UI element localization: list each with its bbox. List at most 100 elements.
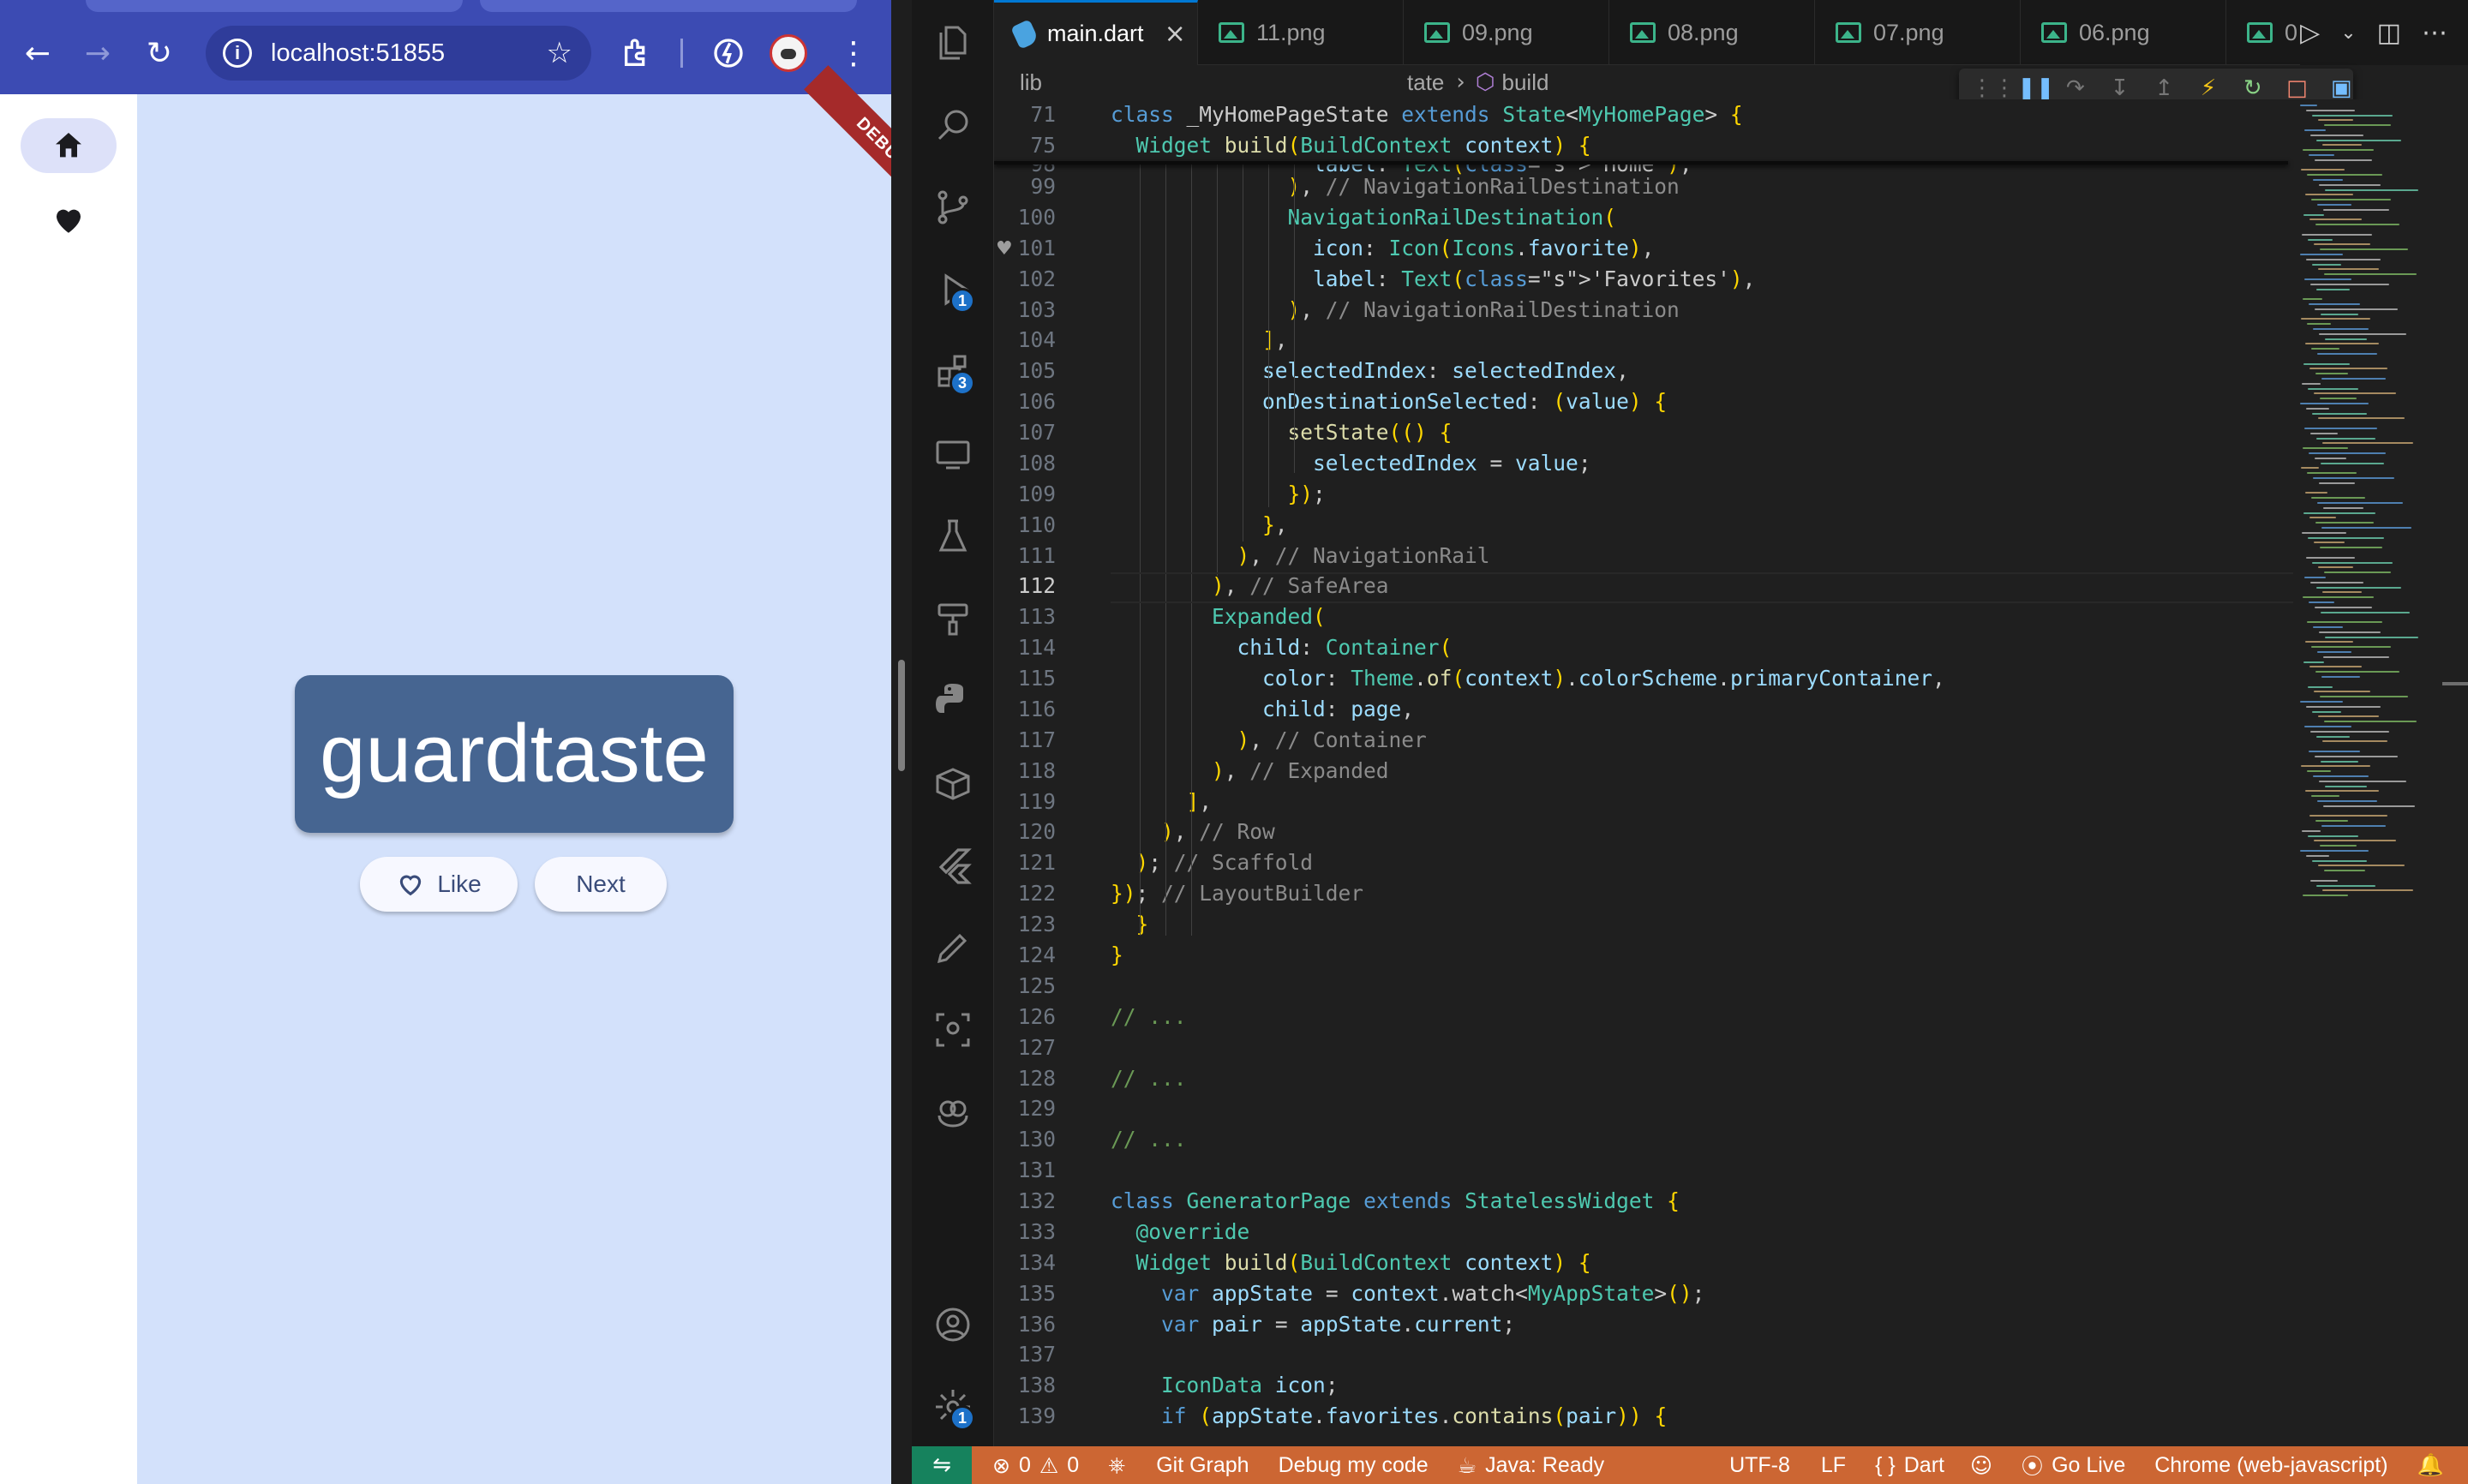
line-number[interactable]: 136 — [994, 1309, 1056, 1340]
line-number[interactable]: 137 — [994, 1339, 1056, 1370]
remote-explorer-icon[interactable] — [924, 425, 982, 483]
notifications-bell-icon[interactable]: 🔔 — [2417, 1452, 2444, 1478]
more-actions-icon[interactable]: ⋯ — [2422, 18, 2447, 48]
forward-icon[interactable]: → — [70, 26, 125, 81]
line-number[interactable]: 138 — [994, 1370, 1056, 1401]
line-number[interactable]: 102 — [994, 264, 1056, 295]
browser-tab[interactable] — [480, 0, 857, 12]
language-status[interactable]: { } Dart — [1875, 1453, 1944, 1478]
tab-08-png[interactable]: 08.png — [1609, 0, 1815, 65]
line-number[interactable]: 130 — [994, 1124, 1056, 1155]
line-number[interactable]: 107 — [994, 417, 1056, 448]
reload-icon[interactable]: ↻ — [132, 26, 187, 81]
window-splitter[interactable] — [891, 0, 912, 1484]
code-line[interactable]: 116 child: page, — [994, 694, 2288, 725]
code-line[interactable]: 106 onDestinationSelected: (value) { — [994, 386, 2288, 417]
extensions-icon[interactable] — [610, 26, 665, 81]
flutter-icon[interactable] — [924, 836, 982, 895]
line-number[interactable]: 105 — [994, 356, 1056, 386]
line-number[interactable]: 113 — [994, 601, 1056, 632]
line-number[interactable]: 117 — [994, 725, 1056, 756]
eol-status[interactable]: LF — [1821, 1453, 1846, 1478]
line-number[interactable]: 122 — [994, 878, 1056, 909]
sticky-scroll-line[interactable]: 71 class _MyHomePageState extends State<M… — [994, 99, 2288, 130]
line-number[interactable]: 114 — [994, 632, 1056, 663]
step-over-icon[interactable]: ↷ — [2064, 75, 2088, 101]
address-bar[interactable]: i localhost:51855 ☆ — [206, 26, 591, 81]
line-number[interactable]: 71 — [994, 99, 1056, 130]
code-line[interactable]: 99 ), // NavigationRailDestination — [994, 171, 2288, 202]
code-line[interactable]: 122}); // LayoutBuilder — [994, 878, 2288, 909]
minimap[interactable] — [2297, 99, 2425, 1446]
splitter-grip[interactable] — [898, 660, 905, 771]
code-line[interactable]: 134 Widget build(BuildContext context) { — [994, 1248, 2288, 1278]
git-graph-status[interactable]: Git Graph — [1156, 1453, 1249, 1478]
breadcrumb-class[interactable]: tate — [1407, 69, 1444, 96]
code-editor[interactable]: 98 label: Text(class="s">'Home'),99 ), /… — [994, 99, 2468, 1446]
code-line[interactable]: 133 @override — [994, 1217, 2288, 1248]
code-line[interactable]: 104 ], — [994, 325, 2288, 356]
code-line[interactable]: 121 ); // Scaffold — [994, 847, 2288, 878]
code-line[interactable]: 136 var pair = appState.current; — [994, 1309, 2288, 1340]
tab-09-png[interactable]: 09.png — [1404, 0, 1609, 65]
line-number[interactable]: 132 — [994, 1186, 1056, 1217]
url-text[interactable]: localhost:51855 — [271, 39, 445, 68]
like-button[interactable]: Like — [360, 857, 518, 912]
drag-handle-icon[interactable]: ⋮⋮ — [1971, 75, 2016, 101]
code-line[interactable]: 131 — [994, 1155, 2288, 1186]
line-number[interactable]: 126 — [994, 1002, 1056, 1032]
chevron-down-icon[interactable]: ⌄ — [2340, 22, 2356, 44]
tab-06-png[interactable]: 06.png — [2021, 0, 2226, 65]
code-line[interactable]: 125 — [994, 971, 2288, 1002]
performance-icon[interactable] — [701, 26, 756, 81]
rail-favorites-destination[interactable] — [21, 192, 117, 247]
line-number[interactable]: 120 — [994, 817, 1056, 847]
widget-inspector-icon[interactable]: ▣ — [2329, 75, 2353, 101]
code-line[interactable]: 132 class GeneratorPage extends Stateless… — [994, 1186, 2288, 1217]
line-number[interactable]: 127 — [994, 1032, 1056, 1063]
line-number[interactable]: 119 — [994, 787, 1056, 817]
python-icon[interactable] — [924, 672, 982, 730]
testing-icon[interactable] — [924, 507, 982, 565]
bookmark-star-icon[interactable]: ☆ — [547, 36, 572, 70]
breadcrumb-symbol[interactable]: build — [1502, 69, 1549, 96]
line-number[interactable]: 111 — [994, 541, 1056, 571]
tab-main-dart[interactable]: main.dart × — [994, 0, 1198, 65]
code-line[interactable]: 109 }); — [994, 479, 2288, 510]
back-icon[interactable]: ← — [10, 26, 65, 81]
remote-indicator-icon[interactable]: ⇋ — [912, 1446, 972, 1484]
line-number[interactable]: 121 — [994, 847, 1056, 878]
code-line[interactable]: 130 // ... — [994, 1124, 2288, 1155]
code-line[interactable]: 135 var appState = context.watch<MyAppSt… — [994, 1278, 2288, 1309]
line-number[interactable]: 124 — [994, 940, 1056, 971]
sticky-scroll-line[interactable]: 75 Widget build(BuildContext context) { — [994, 130, 2288, 161]
split-editor-icon[interactable]: ◫ — [2377, 18, 2401, 48]
code-line[interactable]: 120 ), // Row — [994, 817, 2288, 847]
extensions-icon[interactable]: 3 — [924, 343, 982, 401]
breadcrumb-root[interactable]: lib — [1020, 69, 1042, 96]
run-icon[interactable]: ▷ — [2300, 18, 2320, 48]
go-live-status[interactable]: ⦿ Go Live — [2022, 1450, 2125, 1481]
manage-gear-icon[interactable]: 1 — [924, 1378, 982, 1436]
problems-status[interactable]: ⊗ 0 ⚠ 0 — [992, 1453, 1079, 1478]
code-line[interactable]: 139 if (appState.favorites.contains(pair… — [994, 1401, 2288, 1432]
search-icon[interactable] — [924, 96, 982, 154]
run-debug-icon[interactable]: 1 — [924, 260, 982, 319]
copilot-status-icon[interactable]: ☺ — [1970, 1453, 1992, 1478]
code-line[interactable]: 129 — [994, 1093, 2288, 1124]
code-line[interactable]: 123 } — [994, 909, 2288, 940]
line-number[interactable]: 116 — [994, 694, 1056, 725]
debug-config-status[interactable]: Debug my code — [1279, 1453, 1429, 1478]
line-number[interactable]: 125 — [994, 971, 1056, 1002]
code-line[interactable]: 128 // ... — [994, 1063, 2288, 1094]
code-line[interactable]: 101 icon: Icon(Icons.favorite), — [994, 233, 2288, 264]
line-number[interactable]: 131 — [994, 1155, 1056, 1186]
hot-reload-icon[interactable]: ⚡ — [2196, 75, 2220, 101]
line-number[interactable]: 129 — [994, 1093, 1056, 1124]
code-line[interactable]: 126 // ... — [994, 1002, 2288, 1032]
code-line[interactable]: 108 selectedIndex = value; — [994, 448, 2288, 479]
rail-home-destination[interactable] — [21, 118, 117, 173]
code-line[interactable]: 119 ], — [994, 787, 2288, 817]
line-number[interactable]: 134 — [994, 1248, 1056, 1278]
line-number[interactable]: 115 — [994, 663, 1056, 694]
